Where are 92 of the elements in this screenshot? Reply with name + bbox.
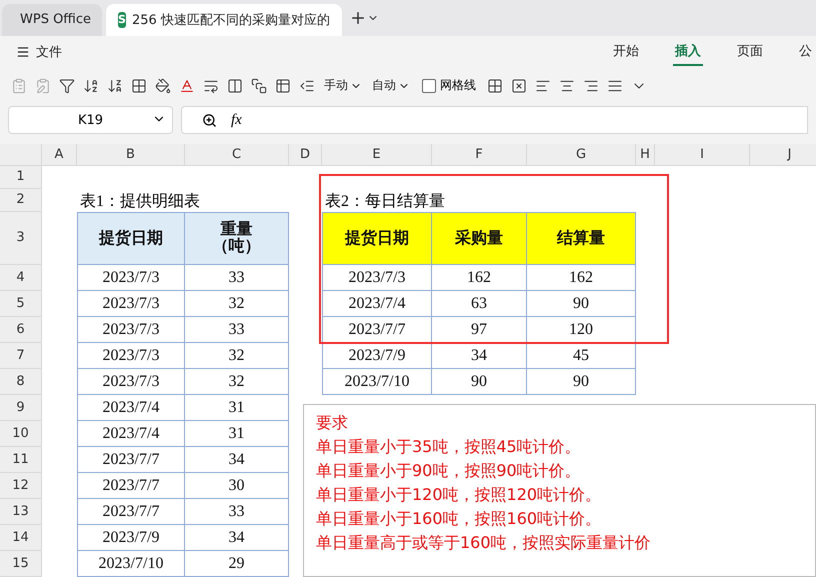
table-cell: 45: [527, 342, 636, 369]
dropdown-button[interactable]: 手动: [320, 77, 366, 94]
row-header[interactable]: 2: [0, 188, 42, 212]
column-header[interactable]: C: [185, 144, 289, 166]
spreadsheet-logo: S: [118, 12, 126, 28]
document-tab[interactable]: WPS Office: [2, 4, 102, 36]
note-text: 单日重量小于90吨，按照90吨计价。: [316, 460, 582, 482]
table-cell: 2023/7/9: [77, 524, 185, 551]
table-cell: 90: [527, 368, 636, 395]
ribbon-tab[interactable]: 开始: [611, 38, 641, 66]
table-cell: 31: [185, 394, 289, 421]
ribbon-tab[interactable]: 公: [797, 38, 814, 66]
row-header[interactable]: 9: [0, 394, 42, 421]
header-cell: 结算量: [527, 212, 636, 265]
table-title: 表2：每日结算量: [324, 192, 446, 212]
table-cell: 2023/7/10: [322, 368, 432, 395]
table-cell: 34: [185, 446, 289, 473]
checkbox[interactable]: [422, 78, 436, 93]
table-cell: 33: [185, 264, 289, 291]
row-header[interactable]: 1: [0, 166, 42, 189]
column-header[interactable]: J: [750, 144, 816, 166]
table-cell: 34: [432, 342, 527, 369]
table-cell: 162: [432, 264, 527, 291]
row-header[interactable]: 6: [0, 316, 42, 343]
table-cell: 32: [185, 368, 289, 395]
note-text: 单日重量小于120吨，按照120吨计价。: [316, 484, 602, 506]
table-cell: 90: [527, 290, 636, 317]
table-cell: 2023/7/3: [322, 264, 432, 291]
column-header[interactable]: F: [432, 144, 527, 166]
table-cell: 32: [185, 342, 289, 369]
row-header[interactable]: 7: [0, 342, 42, 369]
table-cell: 63: [432, 290, 527, 317]
table-cell: 2023/7/3: [77, 342, 185, 369]
row-header[interactable]: 8: [0, 368, 42, 395]
header-cell: 提货日期: [77, 212, 185, 265]
row-header[interactable]: 14: [0, 524, 42, 551]
row-header[interactable]: 15: [0, 550, 42, 577]
table-cell: 2023/7/4: [77, 394, 185, 421]
menu-icon: [16, 45, 30, 60]
row-header[interactable]: 10: [0, 420, 42, 447]
file-menu[interactable]: 文件: [12, 43, 66, 62]
column-header[interactable]: G: [527, 144, 636, 166]
header-cell: 采购量: [432, 212, 527, 265]
row-header[interactable]: 5: [0, 290, 42, 317]
note-text: 要求: [316, 412, 349, 434]
table-cell: 2023/7/7: [77, 472, 185, 499]
header-cell: 重量 （吨）: [185, 212, 289, 265]
table-cell: 2023/7/9: [322, 342, 432, 369]
table-cell: 29: [185, 550, 289, 577]
table-title: 表1：提供明细表: [79, 192, 201, 212]
ribbon-tab[interactable]: 页面: [735, 38, 765, 66]
header-cell: 提货日期: [322, 212, 432, 265]
row-header[interactable]: 13: [0, 498, 42, 525]
zoom-icon: [202, 112, 217, 128]
column-header[interactable]: H: [636, 144, 655, 166]
table-cell: 31: [185, 420, 289, 447]
column-header[interactable]: B: [77, 144, 185, 166]
table-cell: 32: [185, 290, 289, 317]
table-cell: 2023/7/3: [77, 264, 185, 291]
table-cell: 2023/7/3: [77, 316, 185, 343]
note-text: 单日重量小于35吨，按照45吨计价。: [316, 436, 582, 458]
row-header[interactable]: 4: [0, 264, 42, 291]
table-cell: 2023/7/10: [77, 550, 185, 577]
table-cell: 33: [185, 498, 289, 525]
name-box[interactable]: K19: [8, 106, 173, 134]
table-cell: 90: [432, 368, 527, 395]
function-label[interactable]: fx: [231, 112, 242, 129]
ribbon-tab[interactable]: 插入: [673, 38, 703, 66]
row-header[interactable]: 12: [0, 472, 42, 499]
checkbox-label: 网格线: [440, 77, 476, 94]
table-cell: 2023/7/3: [77, 368, 185, 395]
row-header[interactable]: 11: [0, 446, 42, 473]
table-cell: 162: [527, 264, 636, 291]
row-header[interactable]: 3: [0, 212, 42, 265]
document-tab[interactable]: S 256 快速匹配不同的采购量对应的: [106, 4, 342, 36]
table-cell: 34: [185, 524, 289, 551]
column-header[interactable]: D: [289, 144, 322, 166]
column-header[interactable]: E: [322, 144, 432, 166]
table-cell: 2023/7/3: [77, 290, 185, 317]
table-cell: 2023/7/4: [77, 420, 185, 447]
dropdown-button[interactable]: 自动: [368, 77, 414, 94]
table-cell: 2023/7/7: [77, 446, 185, 473]
note-text: 单日重量高于或等于160吨，按照实际重量计价: [316, 532, 652, 554]
table-cell: 2023/7/7: [322, 316, 432, 343]
table-cell: 33: [185, 316, 289, 343]
column-header[interactable]: A: [42, 144, 77, 166]
table-cell: 30: [185, 472, 289, 499]
column-header[interactable]: I: [655, 144, 750, 166]
table-cell: 2023/7/7: [77, 498, 185, 525]
formula-bar[interactable]: fx: [181, 106, 808, 134]
note-text: 单日重量小于160吨，按照160吨计价。: [316, 508, 602, 530]
table-cell: 2023/7/4: [322, 290, 432, 317]
